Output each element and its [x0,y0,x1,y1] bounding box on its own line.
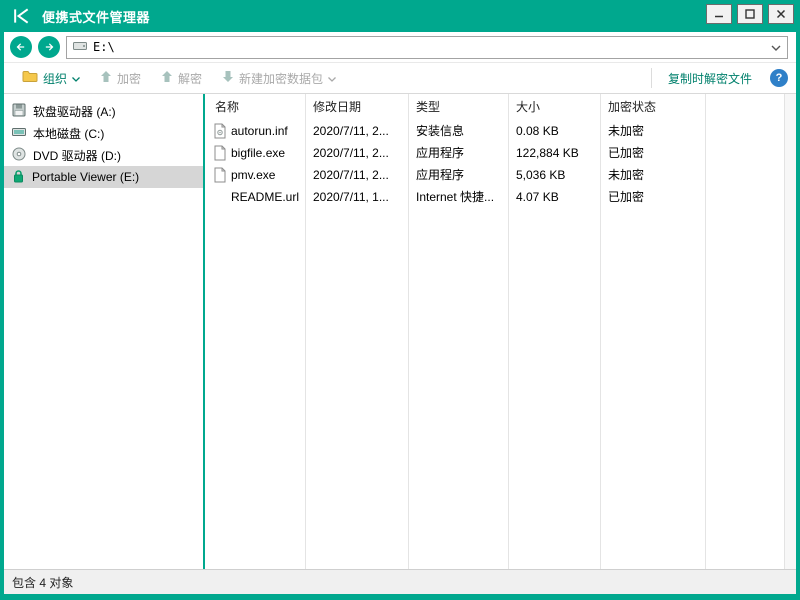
back-button[interactable] [10,36,32,58]
file-list-header: 名称 修改日期 类型 大小 加密状态 [205,94,784,120]
encrypt-label: 加密 [117,70,141,87]
content-area: 软盘驱动器 (A:) 本地磁盘 (C:) DVD 驱动器 (D:) [4,94,796,569]
chevron-down-icon[interactable] [771,40,781,54]
file-encryption-status: 未加密 [608,120,644,142]
sidebar-item-local-disk-c[interactable]: 本地磁盘 (C:) [4,122,203,144]
column-header-date-modified[interactable]: 修改日期 [313,94,361,120]
file-size: 5,036 KB [516,164,565,186]
sidebar-item-floppy-a[interactable]: 软盘驱动器 (A:) [4,100,203,122]
file-date: 2020/7/11, 2... [313,164,389,186]
address-text: E:\ [93,40,115,54]
encrypt-arrow-icon [100,70,112,86]
file-date: 2020/7/11, 2... [313,142,389,164]
table-row[interactable]: README.url 2020/7/11, 1... Internet 快捷..… [205,186,784,208]
app-window: 便携式文件管理器 E:\ [0,0,800,600]
kaspersky-logo-icon [10,5,32,27]
file-encryption-status: 已加密 [608,142,644,164]
minimize-button[interactable] [706,4,732,24]
organize-label: 组织 [43,70,67,87]
setup-info-file-icon [213,123,227,139]
title-bar: 便携式文件管理器 [4,0,796,32]
column-header-encryption-status[interactable]: 加密状态 [608,94,656,120]
file-date: 2020/7/11, 1... [313,186,389,208]
application-file-icon [213,145,227,161]
maximize-button[interactable] [737,4,763,24]
file-encryption-status: 已加密 [608,186,644,208]
decrypt-label: 解密 [178,70,202,87]
hard-disk-icon [12,125,26,142]
file-type: 应用程序 [416,142,464,164]
encrypt-button[interactable]: 加密 [90,63,151,93]
sidebar-item-label: Portable Viewer (E:) [32,170,139,184]
help-label: ? [776,72,783,84]
new-package-label: 新建加密数据包 [239,70,323,87]
column-header-name[interactable]: 名称 [215,94,239,120]
file-type: Internet 快捷... [416,186,494,208]
status-bar: 包含 4 对象 [4,569,796,594]
decrypt-on-copy-label: 复制时解密文件 [668,70,752,87]
sidebar-item-label: 本地磁盘 (C:) [33,125,104,142]
file-name: autorun.inf [231,120,288,142]
toolbar-separator [651,68,652,88]
decrypt-on-copy-button[interactable]: 复制时解密文件 [658,63,762,93]
file-name: pmv.exe [231,164,275,186]
file-size: 0.08 KB [516,120,559,142]
address-bar[interactable]: E:\ [66,36,788,59]
vertical-scrollbar[interactable] [784,94,796,569]
sidebar-item-label: 软盘驱动器 (A:) [33,103,116,120]
drive-icon [73,40,87,54]
forward-button[interactable] [38,36,60,58]
client-area: E:\ 组织 加密 [4,32,796,594]
navigation-bar: E:\ [4,32,796,63]
folder-icon [22,70,38,86]
column-header-type[interactable]: 类型 [416,94,440,120]
column-header-size[interactable]: 大小 [516,94,540,120]
file-name: README.url [231,186,299,208]
decrypt-arrow-icon [161,70,173,86]
drive-sidebar: 软盘驱动器 (A:) 本地磁盘 (C:) DVD 驱动器 (D:) [4,94,205,569]
file-encryption-status: 未加密 [608,164,644,186]
file-size: 4.07 KB [516,186,559,208]
table-row[interactable]: bigfile.exe 2020/7/11, 2... 应用程序 122,884… [205,142,784,164]
file-date: 2020/7/11, 2... [313,120,389,142]
floppy-drive-icon [12,103,26,120]
sidebar-item-portable-viewer-e[interactable]: Portable Viewer (E:) [4,166,203,188]
toolbar: 组织 加密 解密 新建加密数据包 [4,63,796,94]
sidebar-item-label: DVD 驱动器 (D:) [33,147,121,164]
help-button[interactable]: ? [770,69,788,87]
window-title: 便携式文件管理器 [42,7,150,26]
file-size: 122,884 KB [516,142,579,164]
lock-icon [12,169,25,186]
chevron-down-icon [72,71,80,85]
table-row[interactable]: autorun.inf 2020/7/11, 2... 安装信息 0.08 KB… [205,120,784,142]
chevron-down-icon [328,71,336,85]
decrypt-button[interactable]: 解密 [151,63,212,93]
close-button[interactable] [768,4,794,24]
file-type: 安装信息 [416,120,464,142]
application-file-icon [213,167,227,183]
table-row[interactable]: pmv.exe 2020/7/11, 2... 应用程序 5,036 KB 未加… [205,164,784,186]
file-list: 名称 修改日期 类型 大小 加密状态 autorun.inf 2020/7/11… [205,94,784,569]
dvd-drive-icon [12,147,26,164]
status-text: 包含 4 对象 [12,574,73,591]
package-arrow-icon [222,70,234,86]
new-encrypted-package-button[interactable]: 新建加密数据包 [212,63,346,93]
window-controls [706,4,794,24]
organize-button[interactable]: 组织 [12,63,90,93]
sidebar-item-dvd-drive-d[interactable]: DVD 驱动器 (D:) [4,144,203,166]
file-type: 应用程序 [416,164,464,186]
file-name: bigfile.exe [231,142,285,164]
